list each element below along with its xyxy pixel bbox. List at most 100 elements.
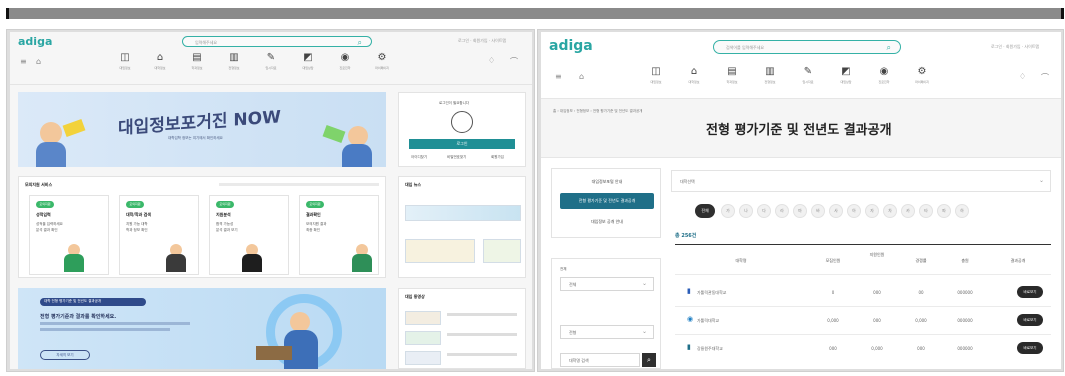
cell-value: 000000 [957, 290, 973, 295]
university-select[interactable]: 대학선택 ⌄ [671, 170, 1051, 192]
news-thumb-1[interactable] [405, 205, 521, 221]
main-banner[interactable]: 대입정보포거진 NOW 대학입학 정보는 여기에서 확인하세요 [18, 92, 386, 167]
cell-university[interactable]: 가톨릭관동대학교 [697, 290, 767, 296]
title-bar-left-edge [6, 8, 9, 19]
chip-ra[interactable]: 라 [775, 204, 789, 218]
card-result[interactable]: 모의지원 결과확인 모의지원 결과 최종 확인 [299, 195, 379, 275]
find-password-link[interactable]: 비밀번호찾기 [447, 155, 466, 160]
bottom-banner[interactable]: 대학 전형 평가기준 및 전년도 결과공개 전형 평가기준과 결과를 확인하세요… [18, 288, 386, 369]
card-badge: 모의지원 [36, 201, 54, 208]
video-title: 대입 동영상 [405, 294, 425, 299]
chip-all[interactable]: 전체 [695, 204, 715, 218]
view-button[interactable]: 바로보기 [1017, 342, 1043, 354]
user-icon[interactable]: ⌒ [1041, 72, 1049, 83]
nav-item-1[interactable]: ◫ 대입정보 [639, 66, 673, 84]
chip-ja[interactable]: 자 [865, 204, 879, 218]
logo[interactable]: adiga [18, 35, 52, 48]
search-input[interactable]: 검색어를 입력해주세요 ⌕ [713, 40, 901, 54]
home-icon[interactable]: ⌂ [579, 72, 584, 81]
top-links[interactable]: 로그인 · 회원가입 · 사이트맵 [458, 38, 506, 44]
nav-item-5[interactable]: ✎ 입시자료 [256, 52, 286, 70]
home-icon[interactable]: ⌂ [36, 57, 41, 66]
card-search[interactable]: 모의지원 대학/학과 검색 지원 가능 대학 학과 정보 확인 [119, 195, 199, 275]
department-icon: ▤ [192, 52, 202, 63]
side-menu: 대입정보포털 안내 전형 평가기준 및 전년도 결과공개 대입정보 공개 안내 [551, 168, 661, 238]
cell-value: 000 [917, 346, 925, 351]
bell-icon[interactable]: ♢ [1019, 72, 1026, 81]
bell-icon[interactable]: ♢ [488, 56, 495, 65]
view-button[interactable]: 바로보기 [1017, 286, 1043, 298]
chip-ka[interactable]: 카 [901, 204, 915, 218]
nav-item-6[interactable]: ◩ 대입상담 [829, 66, 863, 84]
side-item-3[interactable]: 대입정보 공개 안내 [552, 219, 662, 225]
cell-value: 0 [831, 290, 835, 295]
chip-pa[interactable]: 파 [937, 204, 951, 218]
nav-item-8[interactable]: ⚙ 마이페이지 [905, 66, 939, 84]
video-thumb-3[interactable] [405, 351, 441, 365]
side-item-2[interactable]: 전형 평가기준 및 전년도 결과공개 [560, 193, 654, 209]
window-title-bar [6, 8, 1064, 19]
login-button[interactable]: 로그인 [409, 139, 515, 149]
filter-select-1[interactable]: 전체 ⌄ [560, 277, 654, 291]
video-thumb-1[interactable] [405, 311, 441, 325]
mypage-icon: ⚙ [377, 52, 387, 63]
nav-item-4[interactable]: ▥ 전형정보 [219, 52, 249, 70]
cell-value: 000 [829, 346, 837, 351]
bottom-banner-link[interactable]: 자세히 보기 [40, 350, 90, 360]
university-search-input[interactable]: 대학명 검색 [560, 353, 640, 367]
menu-icon[interactable]: ≡ [555, 72, 562, 81]
nav-item-6[interactable]: ◩ 대입상담 [293, 52, 323, 70]
logo[interactable]: adiga [549, 38, 593, 54]
chip-da[interactable]: 다 [757, 204, 771, 218]
news-thumb-2[interactable] [405, 239, 475, 263]
chip-na[interactable]: 나 [739, 204, 753, 218]
video-thumb-2[interactable] [405, 331, 441, 345]
header-name: 대학명 [735, 258, 747, 263]
card-line: 지원 가능 대학 [126, 222, 148, 226]
chip-ma[interactable]: 마 [793, 204, 807, 218]
side-item-1[interactable]: 대입정보포털 안내 [552, 179, 662, 185]
page-header-band: 홈 › 대입정보 › 전형정보 › 전형 평가기준 및 전년도 결과공개 전형 … [541, 98, 1061, 158]
nav-item-7[interactable]: ◉ 진로진학 [867, 66, 901, 84]
nav-item-4[interactable]: ▥ 전형정보 [753, 66, 787, 84]
chip-ta[interactable]: 타 [919, 204, 933, 218]
chip-sa[interactable]: 사 [829, 204, 843, 218]
card-score-input[interactable]: 모의지원 성적입력 성적을 입력하세요 분석 결과 확인 [29, 195, 109, 275]
nav-item-3[interactable]: ▤ 학과정보 [715, 66, 749, 84]
top-links[interactable]: 로그인 · 회원가입 · 사이트맵 [991, 44, 1039, 50]
cell-university[interactable]: 강릉원주대학교 [697, 346, 767, 352]
signup-link[interactable]: 회원가입 [491, 155, 504, 160]
nav-item-1[interactable]: ◫ 대입정보 [110, 52, 140, 70]
menu-icon[interactable]: ≡ [20, 57, 27, 66]
news-thumb-3[interactable] [483, 239, 521, 263]
user-icon[interactable]: ⌒ [510, 56, 518, 67]
nav-item-3[interactable]: ▤ 학과정보 [182, 52, 212, 70]
filter-select-2[interactable]: 전형 ⌄ [560, 325, 654, 339]
chip-ga[interactable]: 가 [721, 204, 735, 218]
search-input[interactable]: 입력해주세요 ⌕ [182, 36, 372, 47]
nav-item-7[interactable]: ◉ 진로진학 [330, 52, 360, 70]
find-id-link[interactable]: 아이디찾기 [411, 155, 427, 160]
chip-cha[interactable]: 차 [883, 204, 897, 218]
nav-item-5[interactable]: ✎ 입시자료 [791, 66, 825, 84]
nav-item-2[interactable]: ⌂ 대학정보 [677, 66, 711, 84]
card-line: 모의지원 결과 [306, 222, 327, 226]
search-icon[interactable]: ⌕ [358, 38, 362, 48]
school-icon: ⌂ [690, 66, 698, 77]
search-button[interactable]: ⌕ [642, 353, 656, 367]
chip-ba[interactable]: 바 [811, 204, 825, 218]
breadcrumb[interactable]: 홈 › 대입정보 › 전형정보 › 전형 평가기준 및 전년도 결과공개 [553, 109, 642, 114]
university-search-placeholder: 대학명 검색 [569, 358, 589, 363]
card-title: 지원분석 [216, 212, 231, 217]
card-analysis[interactable]: 모의지원 지원분석 합격 가능성 분석 결과 보기 [209, 195, 289, 275]
chip-ha[interactable]: 하 [955, 204, 969, 218]
nav-item-2[interactable]: ⌂ 대학정보 [145, 52, 175, 70]
student-body-left [36, 142, 66, 167]
nav-item-8[interactable]: ⚙ 마이페이지 [367, 52, 397, 70]
cell-university[interactable]: 가톨릭대학교 [697, 318, 767, 324]
video-box: 대입 동영상 [398, 288, 526, 369]
view-button[interactable]: 바로보기 [1017, 314, 1043, 326]
search-icon[interactable]: ⌕ [887, 43, 891, 53]
search-placeholder: 입력해주세요 [195, 40, 218, 45]
chip-a[interactable]: 아 [847, 204, 861, 218]
